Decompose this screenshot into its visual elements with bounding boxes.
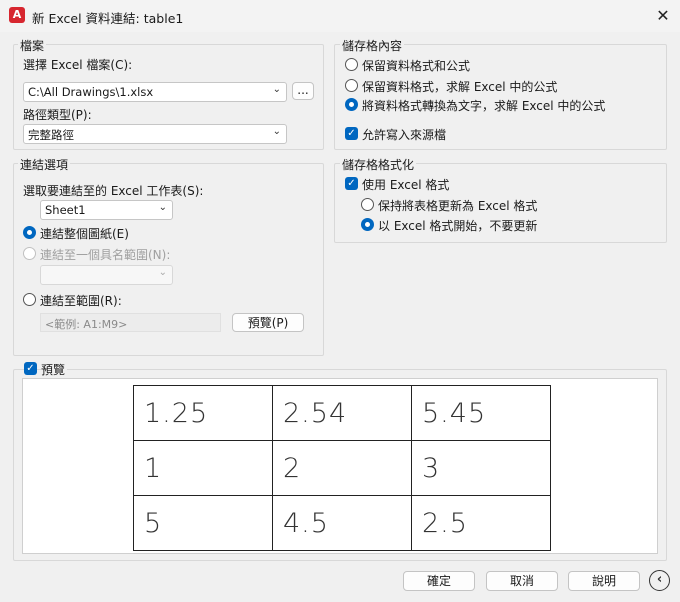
table-cell: 3: [411, 440, 551, 496]
preview-checkbox[interactable]: ✓: [24, 362, 37, 375]
table-cell: 5.45: [411, 385, 551, 441]
range-label: 連結至範圍(R):: [40, 294, 122, 308]
window-title: 新 Excel 資料連結: table1: [32, 11, 184, 26]
named-range-radio[interactable]: [23, 247, 36, 260]
convert-text-label: 將資料格式轉換為文字，求解 Excel 中的公式: [362, 99, 606, 113]
keep-updated-radio[interactable]: [361, 198, 374, 211]
range-radio[interactable]: [23, 293, 36, 306]
preview-table: 1.25 2.54 5.45 1 2 3 5 4.5 2.5: [133, 385, 551, 551]
chevron-down-icon: ⌄: [158, 202, 167, 213]
table-cell: 2.5: [411, 495, 551, 551]
table-row: 1 2 3: [133, 440, 551, 496]
table-row: 1.25 2.54 5.45: [133, 385, 551, 441]
link-options-label: 連結選項: [18, 156, 71, 173]
chevron-down-icon: ⌄: [272, 126, 281, 137]
table-cell: 1.25: [133, 385, 273, 441]
convert-text-radio[interactable]: [345, 98, 358, 111]
start-excel-radio[interactable]: [361, 218, 374, 231]
table-cell: 2: [272, 440, 412, 496]
cell-content-label: 儲存格內容: [340, 37, 405, 54]
table-row: 5 4.5 2.5: [133, 495, 551, 551]
keep-format-solve-radio[interactable]: [345, 79, 358, 92]
table-cell: 5: [133, 495, 273, 551]
table-cell: 4.5: [272, 495, 412, 551]
select-file-label: 選擇 Excel 檔案(C):: [23, 58, 133, 72]
range-input[interactable]: <範例: A1:M9>: [40, 313, 221, 332]
sheet-combo[interactable]: Sheet1 ⌄: [40, 200, 173, 220]
named-range-label: 連結至一個具名範圍(N):: [40, 248, 171, 262]
close-icon[interactable]: ✕: [652, 5, 674, 27]
preview-label: 預覽: [41, 361, 68, 378]
table-cell: 1: [133, 440, 273, 496]
sheet-value: Sheet1: [45, 203, 86, 217]
entire-sheet-label: 連結整個圖紙(E): [40, 227, 129, 241]
use-excel-format-checkbox[interactable]: ✓: [345, 177, 358, 190]
file-group-label: 檔案: [18, 37, 47, 54]
help-button[interactable]: 說明: [568, 571, 640, 591]
chevron-down-icon: ⌄: [158, 267, 167, 278]
keep-format-formula-label: 保留資料格式和公式: [362, 59, 471, 73]
keep-updated-label: 保持將表格更新為 Excel 格式: [378, 199, 538, 213]
preview-area: 1.25 2.54 5.45 1 2 3 5 4.5 2.5: [22, 378, 658, 554]
autocad-logo-icon: A: [9, 7, 25, 23]
keep-format-formula-radio[interactable]: [345, 58, 358, 71]
file-path-combo[interactable]: C:\All Drawings\1.xlsx ⌄: [23, 82, 287, 102]
collapse-chevron-icon[interactable]: ‹: [649, 570, 670, 591]
browse-button[interactable]: ...: [292, 82, 314, 100]
path-type-combo[interactable]: 完整路徑 ⌄: [23, 124, 287, 144]
path-type-label: 路徑類型(P):: [23, 108, 92, 122]
file-path-value: C:\All Drawings\1.xlsx: [28, 85, 154, 99]
named-range-combo[interactable]: ⌄: [40, 265, 173, 285]
start-excel-label: 以 Excel 格式開始，不要更新: [378, 219, 538, 233]
cell-format-label: 儲存格格式化: [340, 156, 417, 173]
use-excel-format-label: 使用 Excel 格式: [362, 178, 450, 192]
preview-button[interactable]: 預覽(P): [232, 313, 304, 332]
entire-sheet-radio[interactable]: [23, 226, 36, 239]
allow-writeback-checkbox[interactable]: ✓: [345, 127, 358, 140]
keep-format-solve-label: 保留資料格式，求解 Excel 中的公式: [362, 80, 558, 94]
allow-writeback-label: 允許寫入來源檔: [362, 128, 447, 142]
ok-button[interactable]: 確定: [403, 571, 475, 591]
chevron-down-icon: ⌄: [272, 84, 281, 95]
sheet-select-label: 選取要連結至的 Excel 工作表(S):: [23, 184, 204, 198]
cancel-button[interactable]: 取消: [486, 571, 558, 591]
path-type-value: 完整路徑: [28, 128, 74, 142]
table-cell: 2.54: [272, 385, 412, 441]
